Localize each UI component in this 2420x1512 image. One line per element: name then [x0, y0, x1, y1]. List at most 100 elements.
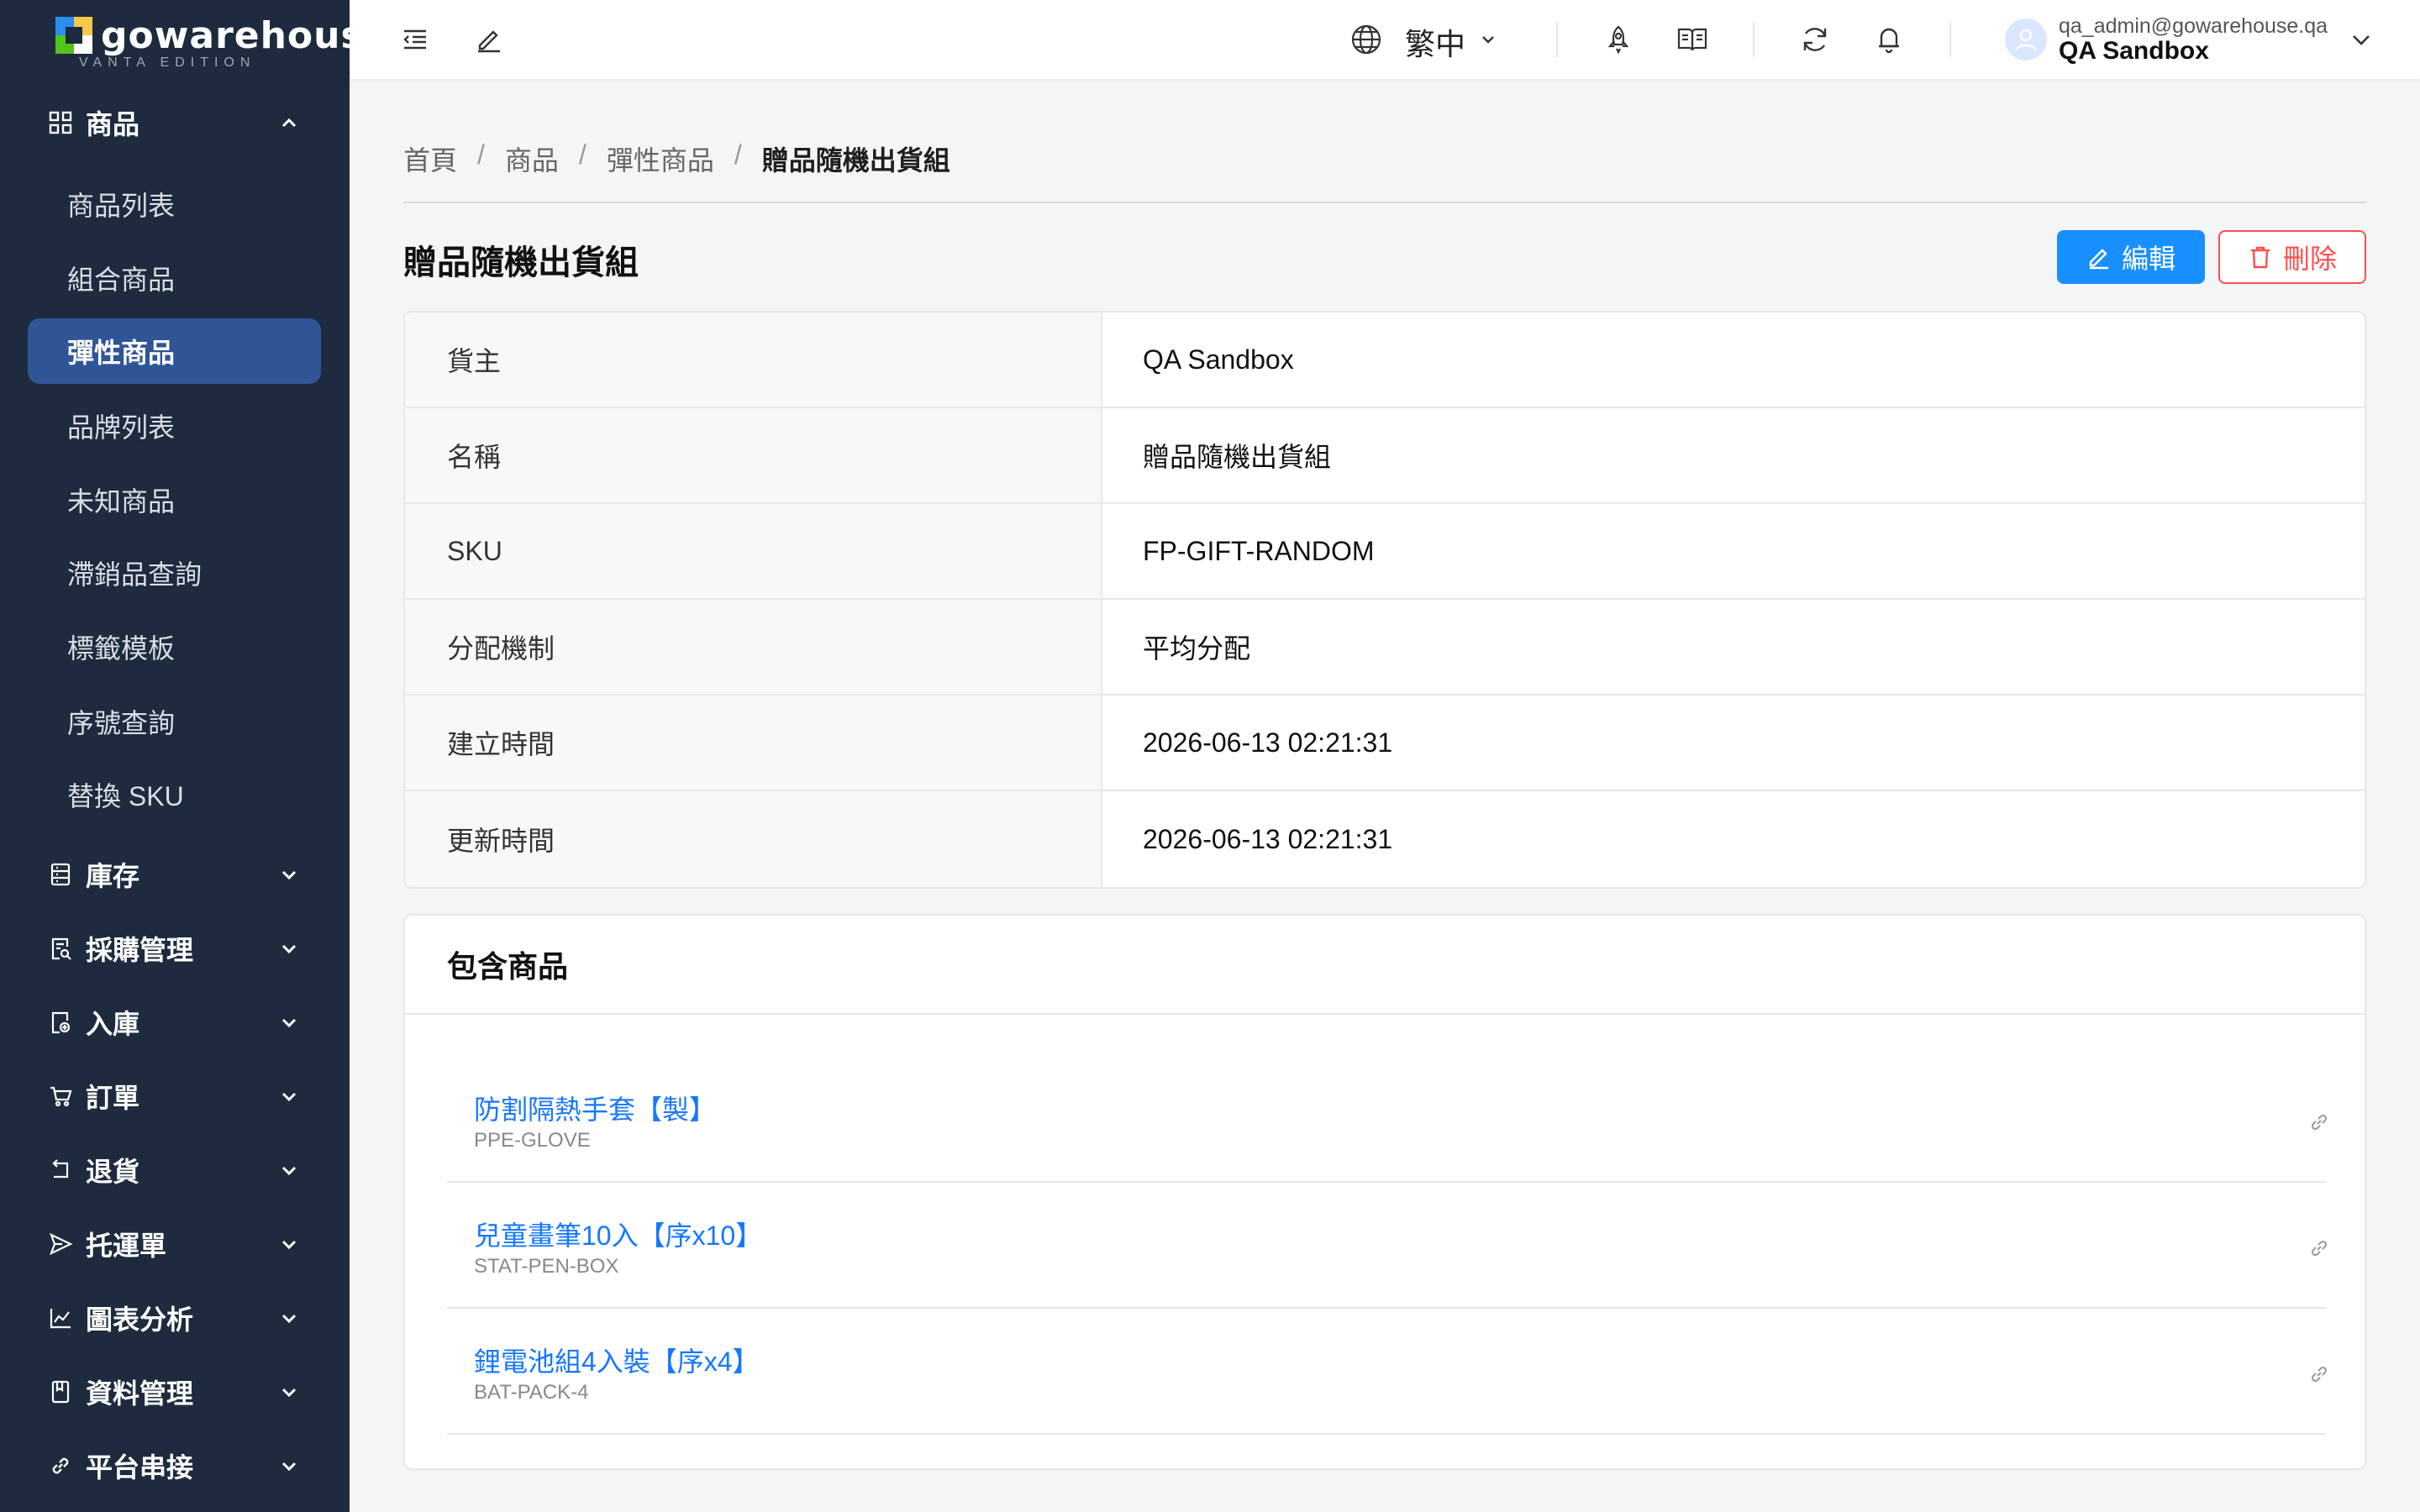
edit-button-label: 編輯 — [2121, 244, 2175, 274]
sidebar-group-waybill[interactable]: 托運單 — [0, 1207, 350, 1281]
pencil-icon — [2089, 249, 2108, 270]
product-link[interactable]: 兒童畫筆10入【序x10】 — [474, 1215, 762, 1253]
details-row: 建立時間 2026-06-13 02:21:31 — [405, 696, 2365, 791]
chart-icon — [47, 1305, 74, 1331]
sidebar-item-unknown[interactable]: 未知商品 — [0, 467, 350, 533]
link-icon[interactable] — [2309, 1112, 2329, 1132]
grid-icon — [47, 109, 74, 136]
sidebar-group-analytics[interactable]: 圖表分析 — [0, 1281, 350, 1355]
delete-button-label: 刪除 — [2282, 244, 2337, 274]
details-row: 名稱 贈品隨機出貨組 — [405, 408, 2365, 504]
language-button[interactable] — [1346, 19, 1386, 60]
sidebar-group-returns[interactable]: 退貨 — [0, 1133, 350, 1207]
chevron-down-icon — [2353, 35, 2370, 45]
included-products-title: 包含商品 — [405, 916, 2365, 1015]
sidebar-group-integrations[interactable]: 平台串接 — [0, 1429, 350, 1503]
product-sku: STAT-PEN-BOX — [474, 1255, 619, 1278]
details-row: 更新時間 2026-06-13 02:21:31 — [405, 791, 2365, 887]
chevron-up-icon — [281, 118, 297, 128]
globe-icon — [1351, 24, 1381, 55]
chevron-down-icon — [281, 1388, 297, 1398]
list-item: 兒童畫筆10入【序x10】 STAT-PEN-BOX — [447, 1183, 2329, 1309]
chevron-down-icon — [281, 1240, 297, 1250]
chevron-down-icon — [281, 1314, 297, 1324]
pencil-icon — [478, 30, 500, 53]
brand-logo[interactable]: gowarehouse VANTA EDITION — [0, 0, 350, 84]
avatar[interactable] — [2005, 18, 2047, 60]
logo-icon — [55, 17, 92, 54]
header-divider — [1556, 22, 1558, 57]
rocket-button[interactable] — [1598, 19, 1639, 60]
sidebar-item-flexible[interactable]: 彈性商品 — [28, 318, 321, 384]
menu-fold-icon — [403, 29, 426, 50]
cart-icon — [47, 1083, 74, 1110]
sidebar-item-label-templates[interactable]: 標籤模板 — [0, 614, 350, 680]
chevron-down-icon — [281, 944, 297, 954]
sidebar-group-inbound[interactable]: 入庫 — [0, 985, 350, 1059]
details-value: FP-GIFT-RANDOM — [1143, 535, 1375, 566]
included-products-card: 包含商品 防割隔熱手套【製】 PPE-GLOVE 兒童畫筆10入【序x10】 S… — [403, 914, 2366, 1470]
collapse-sidebar-button[interactable] — [395, 19, 435, 60]
user-icon — [2015, 29, 2037, 51]
details-value: 平均分配 — [1143, 633, 1251, 664]
refresh-button[interactable] — [1795, 19, 1835, 60]
language-label[interactable]: 繁中 — [1405, 20, 1465, 64]
brand-name: gowarehouse — [101, 13, 350, 57]
delete-button[interactable]: 刪除 — [2218, 230, 2366, 284]
product-sku: PPE-GLOVE — [474, 1129, 591, 1152]
breadcrumb: 首頁 / 商品 / 彈性商品 / 贈品隨機出貨組 — [403, 139, 971, 178]
chevron-down-icon — [281, 1462, 297, 1472]
breadcrumb-separator: / — [734, 139, 742, 170]
brand-edition: VANTA EDITION — [79, 55, 256, 70]
language-dropdown[interactable] — [1474, 19, 1502, 60]
product-link[interactable]: 鋰電池組4入裝【序x4】 — [474, 1341, 760, 1379]
details-value: 贈品隨機出貨組 — [1143, 442, 1332, 472]
sidebar-group-products[interactable]: 商品 — [0, 86, 350, 160]
chevron-down-icon — [281, 1092, 297, 1102]
details-label: 名稱 — [405, 408, 1102, 502]
top-header: 繁中 qa_admin@gowarehouse.qa QA Sandbox — [350, 0, 2420, 79]
breadcrumb-products[interactable]: 商品 — [505, 139, 559, 178]
book-open-icon — [1677, 28, 1707, 51]
details-label: 建立時間 — [405, 696, 1102, 790]
breadcrumb-separator: / — [477, 139, 485, 170]
product-link[interactable]: 防割隔熱手套【製】 — [474, 1089, 716, 1127]
sidebar-item-bundle[interactable]: 組合商品 — [0, 245, 350, 311]
sidebar-item-product-list[interactable]: 商品列表 — [0, 171, 350, 237]
details-value: 2026-06-13 02:21:31 — [1143, 823, 1393, 854]
sidebar-group-data[interactable]: 資料管理 — [0, 1355, 350, 1429]
inventory-icon — [47, 861, 74, 888]
breadcrumb-current: 贈品隨機出貨組 — [761, 145, 950, 176]
bell-icon — [1879, 28, 1899, 54]
link-icon[interactable] — [2309, 1364, 2329, 1384]
docs-button[interactable] — [1672, 19, 1712, 60]
user-email[interactable]: qa_admin@gowarehouse.qa — [2059, 14, 2328, 39]
details-row: SKU FP-GIFT-RANDOM — [405, 504, 2365, 600]
breadcrumb-flexible-products[interactable]: 彈性商品 — [607, 139, 714, 178]
details-label: SKU — [405, 504, 1102, 598]
details-value: QA Sandbox — [1143, 344, 1294, 375]
sidebar-item-replace-sku[interactable]: 替換 SKU — [0, 762, 350, 827]
sidebar-group-inventory[interactable]: 庫存 — [0, 837, 350, 911]
edit-button[interactable]: 編輯 — [2057, 230, 2205, 284]
header-divider — [1949, 22, 1951, 57]
sidebar-item-brands[interactable]: 品牌列表 — [0, 393, 350, 459]
user-org[interactable]: QA Sandbox — [2059, 37, 2209, 66]
link-icon[interactable] — [2309, 1238, 2329, 1258]
chevron-down-icon — [1482, 36, 1494, 44]
refresh-icon — [1803, 28, 1827, 51]
edit-mode-button[interactable] — [469, 19, 509, 60]
return-icon — [47, 1157, 74, 1184]
purchase-icon — [47, 935, 74, 962]
notifications-button[interactable] — [1869, 19, 1909, 60]
sidebar-group-purchase[interactable]: 採購管理 — [0, 911, 350, 985]
sidebar-item-slow-moving[interactable]: 滯銷品查詢 — [0, 540, 350, 606]
header-divider — [1753, 22, 1754, 57]
rocket-icon — [1607, 25, 1629, 55]
user-menu-dropdown[interactable] — [2341, 19, 2381, 60]
breadcrumb-home[interactable]: 首頁 — [403, 139, 457, 178]
details-row: 貨主 QA Sandbox — [405, 312, 2365, 408]
details-label: 分配機制 — [405, 600, 1102, 694]
sidebar-item-serial-lookup[interactable]: 序號查詢 — [0, 689, 350, 754]
sidebar-group-orders[interactable]: 訂單 — [0, 1059, 350, 1133]
